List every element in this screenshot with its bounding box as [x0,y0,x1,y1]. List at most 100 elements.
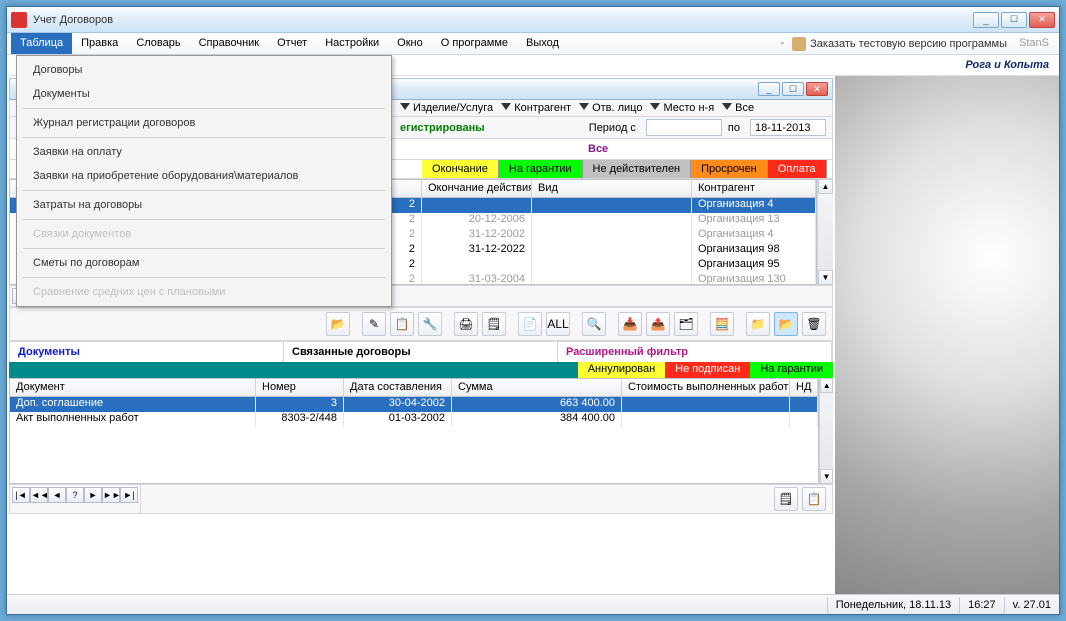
funnel-icon[interactable] [400,103,410,113]
col-nd[interactable]: НД [790,379,818,396]
date-to-input[interactable] [750,119,826,136]
dropdown-item: Связки документов [19,222,389,246]
maximize-button[interactable]: ☐ [1001,12,1027,28]
dropdown-item[interactable]: Заявки на приобретение оборудования\мате… [19,164,389,188]
tab-end[interactable]: Окончание [422,160,499,178]
menu-reference[interactable]: Справочник [190,33,269,54]
menubar: Таблица Правка Словарь Справочник Отчет … [7,33,1059,55]
toolbar-button[interactable]: 📂 [774,312,798,336]
status-time: 16:27 [959,597,1004,613]
grid-scrollbar[interactable]: ▲ ▼ [817,179,833,285]
nav-button[interactable]: ►| [120,487,138,503]
col-sum[interactable]: Сумма [452,379,622,396]
col-kind[interactable]: Вид [532,180,692,197]
tab-warranty[interactable]: На гарантии [499,160,583,178]
order-trial-link[interactable]: Заказать тестовую версию программы [786,33,1013,54]
section-linked[interactable]: Связанные договоры [284,342,558,362]
filter-product[interactable]: Изделие/Услуга [413,102,493,114]
tab-overdue[interactable]: Просрочен [691,160,768,178]
toolbar-button[interactable]: 🔍 [582,312,606,336]
nav-button[interactable]: ►► [102,487,120,503]
mdi-close[interactable]: ✕ [806,82,828,96]
col-end[interactable]: Окончание действия [422,180,532,197]
menu-table[interactable]: Таблица [11,33,72,54]
filter-all[interactable]: Все [735,102,754,114]
scroll-down-icon[interactable]: ▼ [818,270,833,285]
nav-button[interactable]: |◄ [12,487,30,503]
section-filter[interactable]: Расширенный фильтр [558,342,832,362]
filter-responsible[interactable]: Отв. лицо [592,102,642,114]
col-num[interactable]: Номер [256,379,344,396]
all-title: Все [582,139,832,159]
minimize-button[interactable]: _ [973,12,999,28]
menu-report[interactable]: Отчет [268,33,316,54]
toolbar-btn[interactable]: 📋 [802,487,826,511]
funnel-icon[interactable] [650,103,660,113]
close-button[interactable]: ✕ [1029,12,1055,28]
tag-annulled: Аннулирован [578,362,665,378]
toolbar-button[interactable]: 📤 [646,312,670,336]
section-docs[interactable]: Документы [10,342,284,362]
nav-button[interactable]: ? [66,487,84,503]
nav-button[interactable]: ◄◄ [30,487,48,503]
grid-scrollbar[interactable]: ▲ ▼ [819,378,833,484]
dropdown-item[interactable]: Затраты на договоры [19,193,389,217]
dropdown-item[interactable]: Журнал регистрации договоров [19,111,389,135]
toolbar-button[interactable]: 📁 [746,312,770,336]
toolbar-button[interactable]: 📋 [390,312,414,336]
window-title: Учет Договоров [33,14,973,26]
menu-about[interactable]: О программе [432,33,517,54]
dropdown-item[interactable]: Договоры [19,58,389,82]
tab-invalid[interactable]: Не действителен [583,160,692,178]
toolbar-button[interactable]: 🖨 [454,312,478,336]
menu-exit[interactable]: Выход [517,33,568,54]
mdi-maximize[interactable]: ☐ [782,82,804,96]
titlebar: Учет Договоров _ ☐ ✕ [7,7,1059,33]
filter-counterparty[interactable]: Контрагент [514,102,571,114]
action-toolbar: 📂✎📋🔧🖨🗒📄ALL🔍📥📤🗂🧮📁📂🗑 [9,307,833,341]
nav-button[interactable]: ► [84,487,102,503]
mdi-minimize[interactable]: _ [758,82,780,96]
toolbar-button[interactable]: 📄 [518,312,542,336]
section-tabs: Документы Связанные договоры Расширенный… [9,341,833,362]
toolbar-button[interactable]: ✎ [362,312,386,336]
menu-settings[interactable]: Настройки [316,33,388,54]
tab-payment[interactable]: Оплата [768,160,827,178]
col-cost[interactable]: Стоимость выполненных работ [622,379,790,396]
table-row[interactable]: Акт выполненных работ8303-2/44801-03-200… [10,412,818,427]
toolbar-button[interactable]: 🔧 [418,312,442,336]
col-doc[interactable]: Документ [10,379,256,396]
record-nav-lower: |◄◄◄◄?►►►►| [9,484,141,514]
col-counterparty[interactable]: Контрагент [692,180,816,197]
toolbar-button[interactable]: ALL [546,312,570,336]
toolbar-button[interactable]: 🗒 [482,312,506,336]
scroll-down-icon[interactable]: ▼ [820,469,833,484]
dropdown-item[interactable]: Документы [19,82,389,106]
menu-dictionary[interactable]: Словарь [127,33,189,54]
funnel-icon[interactable] [501,103,511,113]
scroll-up-icon[interactable]: ▲ [820,378,833,393]
documents-grid[interactable]: Документ Номер Дата составления Сумма Ст… [9,378,819,484]
filter-location[interactable]: Место н-я [663,102,714,114]
funnel-icon[interactable] [722,103,732,113]
table-row[interactable]: Доп. соглашение330-04-2002663 400.00 [10,397,818,412]
nav-button[interactable]: ◄ [48,487,66,503]
toolbar-button[interactable]: 🗂 [674,312,698,336]
status-day: Понедельник, 18.11.13 [827,597,959,613]
period-label: Период с [589,122,636,134]
toolbar-button[interactable]: 📂 [326,312,350,336]
scroll-up-icon[interactable]: ▲ [818,179,833,194]
dropdown-item[interactable]: Сметы по договорам [19,251,389,275]
toolbar-button[interactable]: 🗑 [802,312,826,336]
menu-window[interactable]: Окно [388,33,432,54]
menu-edit[interactable]: Правка [72,33,127,54]
toolbar-button[interactable]: 📥 [618,312,642,336]
tag-warranty: На гарантии [750,362,833,378]
date-from-input[interactable] [646,119,722,136]
toolbar-btn[interactable]: 🗒 [774,487,798,511]
dropdown-item[interactable]: Заявки на оплату [19,140,389,164]
col-date[interactable]: Дата составления [344,379,452,396]
funnel-icon[interactable] [579,103,589,113]
period-to-label: по [728,122,740,134]
toolbar-button[interactable]: 🧮 [710,312,734,336]
